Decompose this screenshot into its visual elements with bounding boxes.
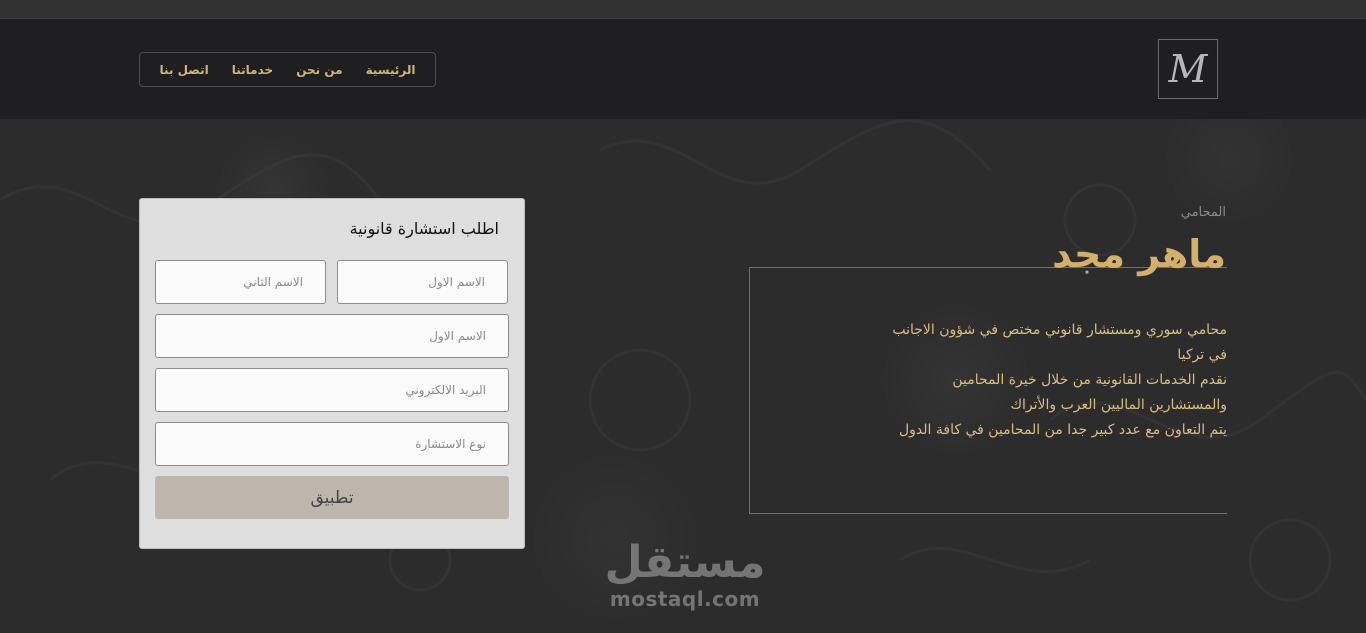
hero-description: محامي سوري ومستشار قانوني مختص في شؤون ا…	[827, 318, 1227, 443]
nav-contact[interactable]: اتصل بنا	[160, 63, 209, 77]
nav-services[interactable]: خدماتنا	[232, 63, 273, 77]
consultation-type-input[interactable]	[155, 422, 509, 466]
hero-role: المحامي	[1180, 205, 1226, 220]
email-input[interactable]	[155, 368, 509, 412]
desc-line: يتم التعاون مع عدد كبير جدا من المحامين …	[898, 422, 1227, 438]
hero-name: ماهر مجد	[1052, 232, 1226, 276]
top-strip	[0, 0, 1366, 19]
desc-line: نقدم الخدمات القانونية من خلال خيرة المح…	[952, 372, 1227, 388]
nav-about[interactable]: من نحن	[296, 63, 342, 77]
first-name-input[interactable]	[337, 260, 508, 304]
nav-home[interactable]: الرئيسية	[366, 63, 416, 77]
hero-section: المحامي ماهر مجد	[746, 205, 1226, 276]
desc-line: محامي سوري ومستشار قانوني مختص في شؤون ا…	[892, 322, 1227, 338]
last-name-input[interactable]	[155, 260, 326, 304]
form-title: اطلب استشارة قانونية	[349, 219, 499, 238]
logo[interactable]: M	[1158, 39, 1218, 99]
site-header: الرئيسية من نحن خدماتنا اتصل بنا M	[0, 19, 1366, 119]
watermark-arabic: مستقل	[604, 537, 766, 588]
submit-button[interactable]: تطبيق	[155, 476, 509, 519]
watermark-logo: مستقل mostaql.com	[600, 537, 770, 611]
consultation-form: اطلب استشارة قانونية تطبيق	[139, 198, 525, 549]
watermark-latin: mostaql.com	[609, 587, 761, 611]
name-input[interactable]	[155, 314, 509, 358]
desc-line: والمستشارين الماليين العرب والأتراك	[1010, 397, 1227, 413]
main-nav: الرئيسية من نحن خدماتنا اتصل بنا	[139, 52, 436, 87]
desc-line: في تركيا	[1177, 347, 1227, 363]
